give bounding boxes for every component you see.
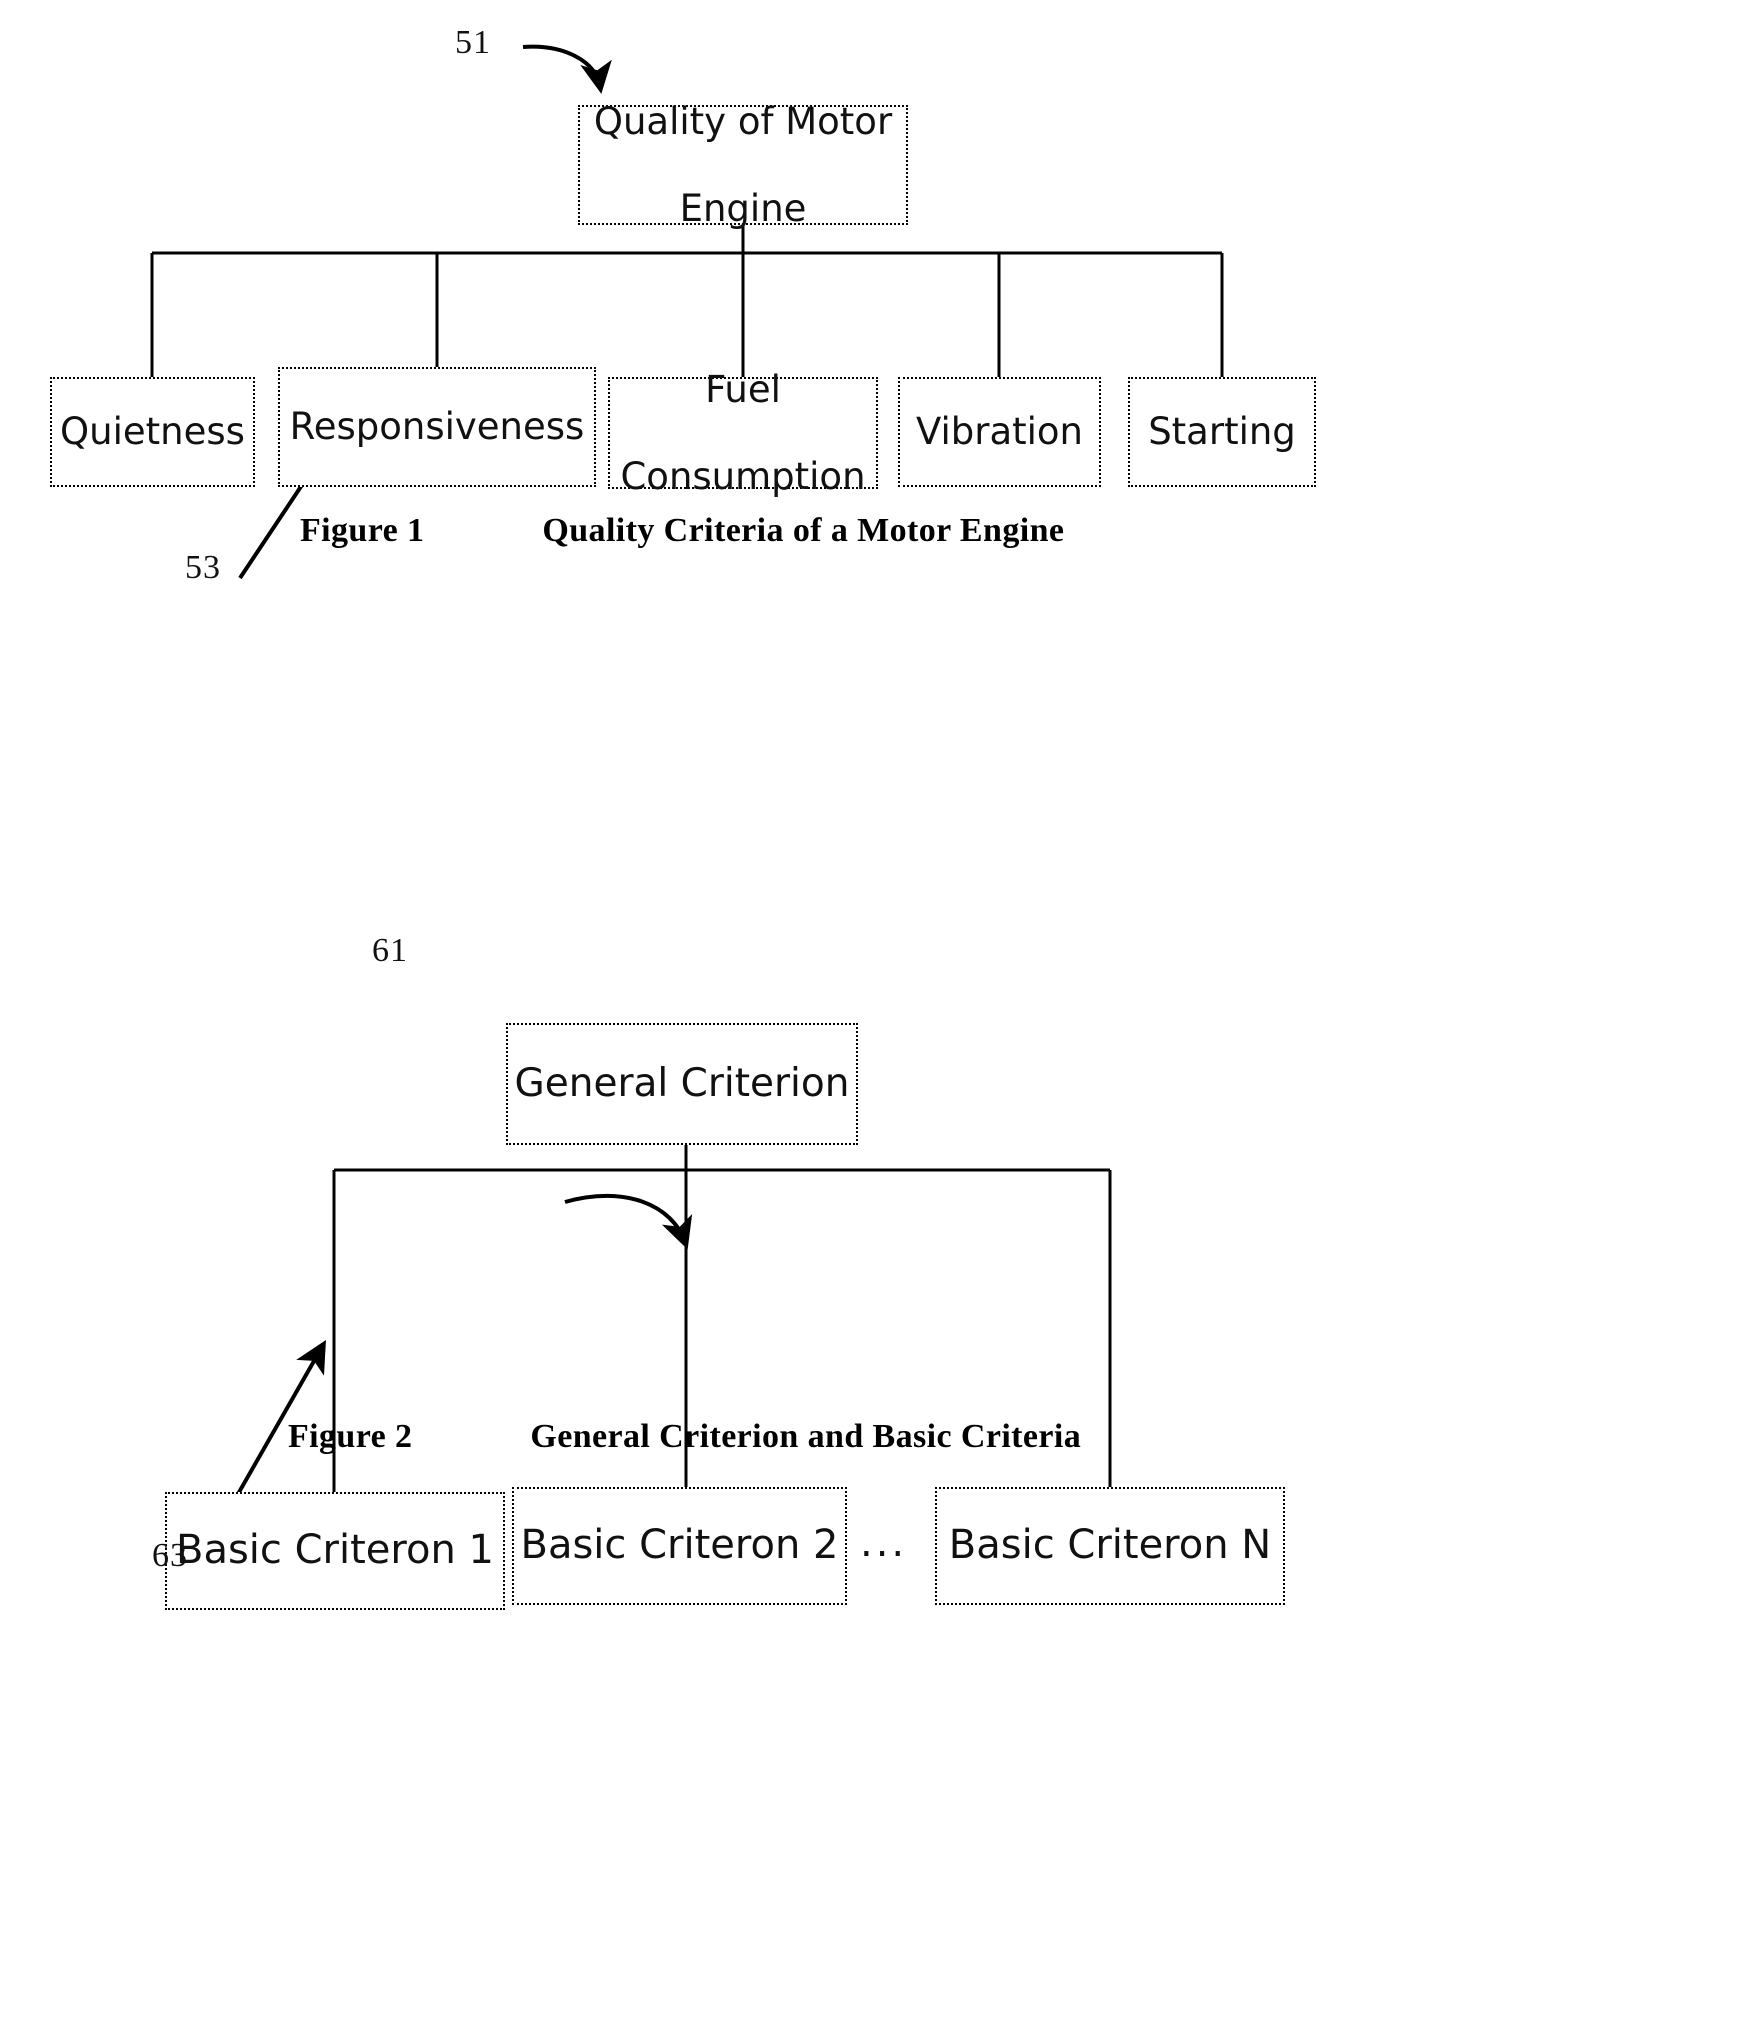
figure-1-caption: Figure 1 Quality Criteria of a Motor Engi… [300, 512, 1064, 550]
figure-2-caption: Figure 2 General Criterion and Basic Crit… [288, 1418, 1081, 1456]
fig1-child-label: Starting [1148, 410, 1296, 454]
fig1-root-node: Quality of Motor Engine [578, 100, 908, 230]
fig2-child-basic-criteron-2: Basic Criteron 2 [512, 1487, 847, 1605]
reference-numeral-61: 61 [372, 932, 408, 969]
fig1-child-responsiveness: Responsiveness [278, 367, 596, 487]
fig2-ellipsis: ... [860, 1520, 908, 1566]
figure-2-caption-label: Figure 2 [288, 1418, 413, 1455]
reference-numeral-53: 53 [185, 549, 221, 586]
ref-61-arrow [564, 1193, 693, 1250]
figure-1-caption-label: Figure 1 [300, 512, 425, 549]
fig1-child-label: Responsiveness [289, 405, 585, 449]
reference-numeral-63: 63 [152, 1537, 188, 1574]
fig2-child-label: Basic Criteron 1 [176, 1527, 494, 1574]
fig1-child-fuel-consumption: Fuel Consumption [608, 368, 878, 498]
fig2-root-node: General Criterion [506, 1023, 858, 1145]
fig1-child-label: Vibration [915, 410, 1084, 454]
reference-numeral-51: 51 [455, 24, 491, 61]
fig2-child-basic-criteron-1: Basic Criteron 1 [165, 1492, 505, 1610]
fig2-root-label: General Criterion [514, 1060, 850, 1106]
fig2-child-label: Basic Criteron 2 [520, 1522, 839, 1569]
fig1-child-label: Fuel Consumption [620, 367, 866, 498]
ref-51-arrow [522, 44, 612, 94]
fig1-child-quietness: Quietness [50, 377, 255, 487]
figure-1-caption-title: Quality Criteria of a Motor Engine [542, 512, 1065, 549]
fig1-child-vibration: Vibration [898, 377, 1101, 487]
figure-2-caption-title: General Criterion and Basic Criteria [530, 1418, 1082, 1455]
fig1-child-starting: Starting [1128, 377, 1316, 487]
fig2-child-basic-criteron-n: Basic Criteron N [935, 1487, 1285, 1605]
connector-overlay [150, 44, 1224, 1544]
fig1-root-label: Quality of Motor Engine [593, 99, 893, 230]
fig1-child-label: Quietness [60, 410, 245, 454]
fig2-child-label: Basic Criteron N [948, 1522, 1272, 1569]
patent-figure-page: Quality of Motor Engine Quietness Respons… [0, 0, 1750, 2024]
